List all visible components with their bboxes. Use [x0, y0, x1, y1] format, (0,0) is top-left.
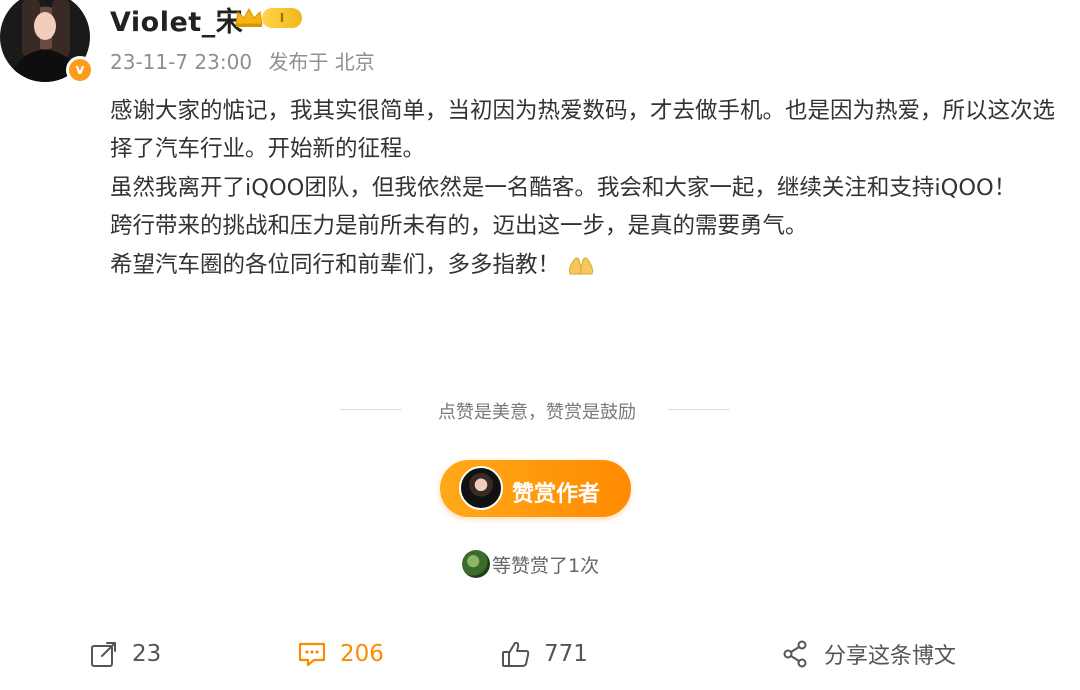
like-count: 771: [544, 641, 588, 667]
verified-icon: v: [66, 56, 94, 84]
author-name[interactable]: Violet_宋: [110, 0, 243, 39]
post-paragraph: 虽然我离开了iQOO团队，但我依然是一名酷客。我会和大家一起，继续关注和支持iQ…: [110, 174, 1017, 201]
rewarder-avatar[interactable]: [462, 550, 490, 578]
post-date: 23-11-7 23:00: [110, 50, 253, 74]
share-label: 分享这条博文: [824, 644, 957, 669]
divider-line-right: [668, 409, 730, 410]
reward-author-avatar[interactable]: [459, 466, 503, 510]
rewarded-count-text[interactable]: 等赞赏了1次: [492, 551, 599, 578]
share-icon: [783, 640, 807, 668]
comment-count: 206: [340, 641, 384, 667]
comment-button[interactable]: 206: [296, 636, 384, 672]
thumbs-up-icon: [502, 641, 530, 667]
post-paragraph: 希望汽车圈的各位同行和前辈们，多多指教！: [110, 251, 561, 278]
post-meta: 23-11-7 23:00 发布于 北京: [110, 46, 385, 75]
comment-icon: [298, 642, 326, 667]
repost-count: 23: [132, 641, 162, 667]
post-paragraph: 感谢大家的惦记，我其实很简单，当初因为热爱数码，才去做手机。也是因为热爱，所以这…: [110, 98, 1056, 163]
reward-slogan: 点赞是美意，赞赏是鼓励: [438, 402, 636, 423]
post-paragraph-last: 希望汽车圈的各位同行和前辈们，多多指教！: [110, 246, 1060, 284]
level-badge[interactable]: I: [262, 8, 302, 28]
reward-button-label[interactable]: 赞赏作者: [512, 476, 600, 508]
weibo-post: v Violet_宋 I 23-11-7 23:00 发布于 北京 感谢大家的惦…: [0, 0, 1080, 690]
post-paragraph: 跨行带来的挑战和压力是前所未有的，迈出这一步，是真的需要勇气。: [110, 213, 808, 240]
crown-icon: [235, 7, 263, 27]
praying-hands-icon: [569, 257, 594, 275]
divider-line-left: [340, 409, 402, 410]
like-button[interactable]: 771: [500, 636, 588, 672]
author-avatar[interactable]: v: [0, 0, 96, 86]
share-button[interactable]: 分享这条博文: [780, 636, 956, 672]
repost-icon: [91, 642, 116, 667]
repost-button[interactable]: 23: [88, 636, 161, 672]
post-body: 感谢大家的惦记，我其实很简单，当初因为热爱数码，才去做手机。也是因为热爱，所以这…: [110, 92, 1060, 284]
post-location: 发布于 北京: [268, 50, 375, 74]
